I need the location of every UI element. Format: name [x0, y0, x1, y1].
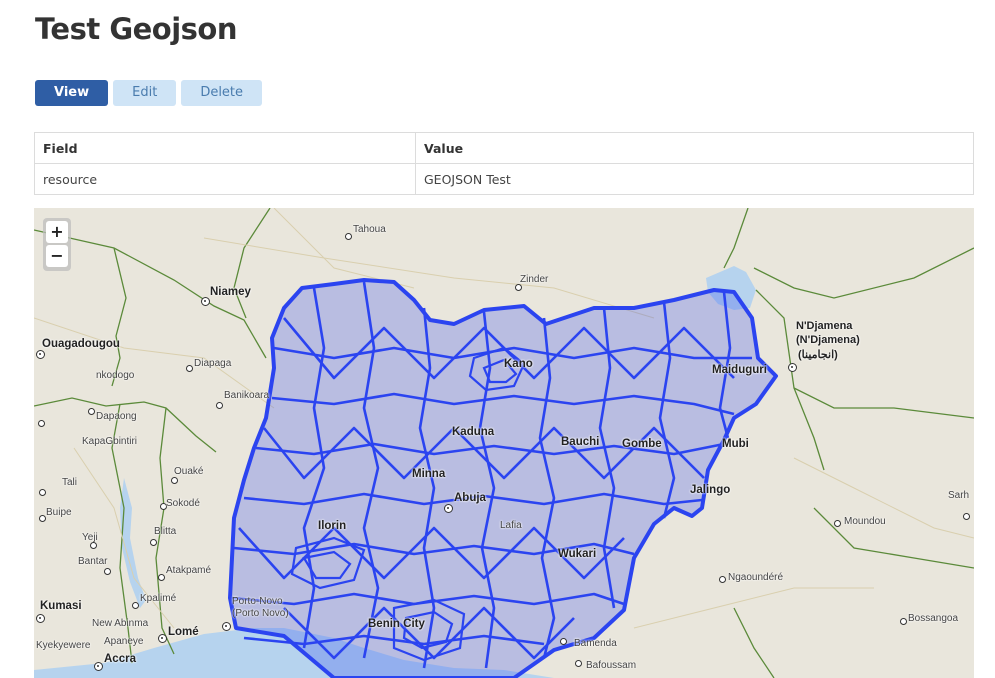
- tab-delete[interactable]: Delete: [181, 80, 263, 106]
- marker-bafoussam: [575, 660, 582, 667]
- label-ilorin: Ilorin: [318, 520, 347, 532]
- label-nkodogo: nkodogo: [96, 370, 135, 381]
- zoom-in-button[interactable]: +: [46, 221, 68, 243]
- label-bamenda: Bamenda: [574, 638, 617, 649]
- marker-niamey: [201, 297, 210, 306]
- label-new-abinma: New Abinma: [92, 618, 149, 629]
- label-kano: Kano: [504, 358, 533, 370]
- label-kapagbintiri: KapaGbintiri: [82, 436, 138, 447]
- label-atakpame: Atakpamé: [166, 565, 212, 576]
- marker-atakpame: [158, 574, 165, 581]
- label-niamey: Niamey: [210, 286, 251, 298]
- table-header-row: Field Value: [34, 132, 974, 164]
- marker-bamenda: [560, 638, 567, 645]
- page-title: Test Geojson: [35, 12, 237, 46]
- marker-diapaga: [186, 365, 193, 372]
- zoom-out-button[interactable]: −: [46, 245, 68, 267]
- label-kaduna: Kaduna: [452, 426, 495, 438]
- label-tali: Tali: [62, 477, 78, 488]
- label-bauchi: Bauchi: [561, 436, 600, 448]
- label-sarh: Sarh: [948, 490, 970, 501]
- table-row: resource GEOJSON Test: [34, 163, 974, 195]
- marker-bantar: [104, 568, 111, 575]
- marker-dapaong: [88, 408, 95, 415]
- label-bossangoa: Bossangoa: [908, 613, 959, 624]
- marker-lome: [158, 634, 167, 643]
- label-ndjamena-2: (N'Djamena): [796, 334, 860, 346]
- cell-value: GEOJSON Test: [415, 163, 974, 195]
- label-tahoua: Tahoua: [353, 224, 386, 235]
- label-ouagadougou: Ouagadougou: [42, 338, 120, 350]
- map-viewport[interactable]: + − Tahoua Zinder Niamey N'Djamena (N'Dj…: [34, 208, 974, 678]
- label-kyekyewere: Kyekyewere: [36, 640, 91, 651]
- marker-tali: [39, 489, 46, 496]
- label-porto-novo: Porto-Novo: [232, 596, 283, 607]
- tab-view[interactable]: View: [35, 80, 109, 106]
- marker-blitta: [150, 539, 157, 546]
- label-bantar: Bantar: [78, 556, 108, 567]
- label-bafoussam: Bafoussam: [586, 660, 637, 671]
- label-moundou: Moundou: [844, 516, 886, 527]
- marker-ngaoundere: [719, 576, 726, 583]
- label-ndjamena: N'Djamena: [796, 320, 853, 332]
- label-kpalime: Kpalimé: [140, 593, 177, 604]
- label-minna: Minna: [412, 468, 446, 480]
- marker-kumasi: [36, 614, 45, 623]
- label-buipe: Buipe: [46, 507, 72, 518]
- label-kumasi: Kumasi: [40, 600, 82, 612]
- label-gombe: Gombe: [622, 438, 662, 450]
- label-lafia: Lafia: [500, 520, 522, 531]
- label-mubi: Mubi: [722, 438, 749, 450]
- marker-porto-novo: [222, 622, 231, 631]
- marker-zinder: [515, 284, 522, 291]
- marker-sarh: [963, 513, 970, 520]
- label-abuja: Abuja: [454, 492, 486, 504]
- marker-kpalime: [132, 602, 139, 609]
- label-dapaong: Dapaong: [96, 411, 137, 422]
- marker-yeji: [90, 542, 97, 549]
- marker-buipe: [39, 515, 46, 522]
- header-field: Field: [34, 132, 416, 164]
- label-accra: Accra: [104, 653, 136, 665]
- label-diapaga: Diapaga: [194, 358, 232, 369]
- marker-ouake: [171, 477, 178, 484]
- label-zinder: Zinder: [520, 274, 549, 285]
- label-lome: Lomé: [168, 626, 199, 638]
- header-value: Value: [415, 132, 974, 164]
- map-canvas[interactable]: [34, 208, 974, 678]
- tab-edit[interactable]: Edit: [113, 80, 177, 106]
- cell-field: resource: [34, 163, 416, 195]
- marker-accra: [94, 662, 103, 671]
- field-table: Field Value resource GEOJSON Test: [34, 132, 974, 195]
- label-yeji: Yeji: [82, 532, 98, 543]
- label-benin-city: Benin City: [368, 618, 425, 630]
- label-sokode: Sokodé: [166, 498, 200, 509]
- label-ouake: Ouaké: [174, 466, 204, 477]
- label-banikoara: Banikoara: [224, 390, 270, 401]
- label-jalingo: Jalingo: [690, 484, 731, 496]
- label-ngaoundere: Ngaoundéré: [728, 572, 784, 583]
- label-porto-novo-2: (Porto Novo): [232, 608, 289, 619]
- action-tabs: View Edit Delete: [35, 80, 263, 106]
- label-blitta: Blitta: [154, 526, 177, 537]
- marker-tahoua: [345, 233, 352, 240]
- marker-banikoara: [216, 402, 223, 409]
- geojson-overlay: [228, 278, 778, 678]
- marker-abuja: [444, 504, 453, 513]
- label-apaneye: Apaneye: [104, 636, 144, 647]
- zoom-control: + −: [43, 218, 71, 271]
- marker-ouagadougou: [36, 350, 45, 359]
- label-ndjamena-ar: (انجامينا): [798, 349, 838, 361]
- label-maiduguri: Maiduguri: [712, 364, 767, 376]
- marker-bossangoa: [900, 618, 907, 625]
- marker-ndjamena: [788, 363, 797, 372]
- marker-moundou: [834, 520, 841, 527]
- marker-tamale: [38, 420, 45, 427]
- label-wukari: Wukari: [558, 548, 597, 560]
